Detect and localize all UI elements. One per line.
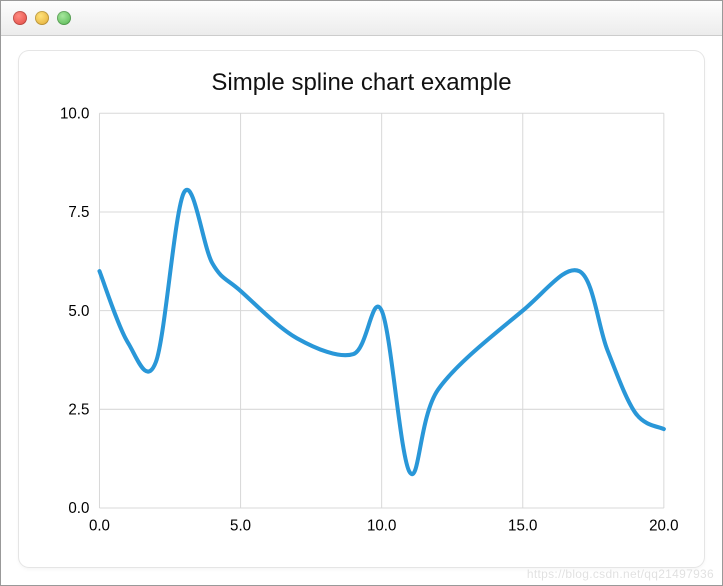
y-tick-label: 5.0 (68, 303, 89, 320)
y-tick-label: 7.5 (68, 204, 89, 221)
x-tick-label: 0.0 (89, 517, 110, 534)
y-tick-label: 0.0 (68, 500, 89, 517)
titlebar (1, 1, 722, 36)
x-tick-label: 15.0 (508, 517, 537, 534)
chart-card: Simple spline chart example 0.0 2.5 5.0 7.5… (19, 51, 704, 567)
zoom-icon[interactable] (57, 11, 71, 25)
app-window: Simple spline chart example 0.0 2.5 5.0 7.5… (0, 0, 723, 586)
y-tick-label: 10.0 (60, 105, 89, 122)
watermark-text: https://blog.csdn.net/qq21497936 (527, 567, 714, 581)
close-icon[interactable] (13, 11, 27, 25)
chart-title: Simple spline chart example (39, 69, 684, 97)
x-tick-label: 5.0 (230, 517, 251, 534)
plot-area: 0.0 2.5 5.0 7.5 10.0 0.0 5.0 10.0 15.0 20.0 (39, 103, 684, 545)
minimize-icon[interactable] (35, 11, 49, 25)
x-tick-label: 20.0 (649, 517, 678, 534)
y-tick-label: 2.5 (68, 401, 89, 418)
x-tick-label: 10.0 (367, 517, 396, 534)
spline-chart: 0.0 2.5 5.0 7.5 10.0 0.0 5.0 10.0 15.0 20.0 (39, 103, 684, 545)
